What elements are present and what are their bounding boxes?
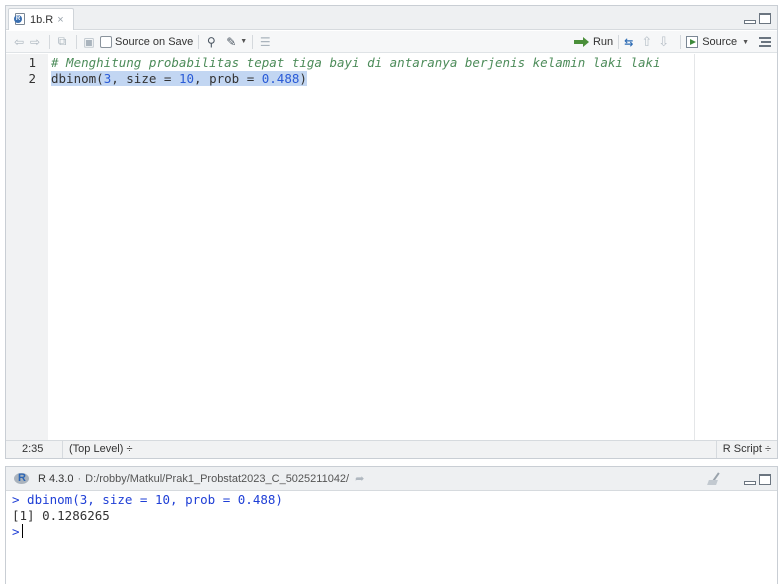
back-arrow-icon[interactable]: ⇦: [12, 35, 26, 49]
separator: ·: [77, 472, 82, 485]
toolbar-divider: [49, 34, 50, 49]
code-tools-wand-icon[interactable]: ✎: [224, 35, 238, 49]
console-output[interactable]: > dbinom(3, size = 10, prob = 0.488) [1]…: [12, 492, 777, 540]
clear-console-broom-icon[interactable]: [707, 472, 723, 486]
console-window-controls: [744, 474, 771, 485]
toolbar-divider: [680, 35, 682, 49]
go-up-icon[interactable]: ⇧: [641, 34, 652, 50]
code-editor[interactable]: 1 2 # Menghitung probabilitas tepat tiga…: [6, 54, 777, 442]
line-number: 1: [28, 55, 36, 70]
working-directory: D:/robby/Matkul/Prak1_Probstat2023_C_502…: [85, 472, 350, 485]
checkbox-box[interactable]: [100, 35, 112, 48]
document-outline-icon[interactable]: [759, 37, 771, 47]
maximize-icon[interactable]: [759, 474, 771, 485]
run-label: Run: [592, 36, 614, 48]
editor-window-controls: [744, 13, 771, 24]
code-number: 10: [178, 71, 195, 86]
source-on-save-checkbox[interactable]: Source on Save: [100, 35, 194, 48]
code-line-comment[interactable]: # Menghitung probabilitas tepat tiga bay…: [51, 55, 661, 71]
search-icon[interactable]: ⚲: [204, 35, 218, 49]
editor-statusbar: 2:35 (Top Level) ÷ R Script ÷: [6, 440, 777, 458]
toolbar-divider: [618, 35, 620, 49]
r-logo-icon: R: [14, 472, 30, 485]
source-button[interactable]: Source ▼: [686, 36, 749, 48]
source-label: Source: [702, 36, 738, 48]
toolbar-divider: [76, 34, 77, 49]
compile-report-icon[interactable]: ☰: [258, 35, 272, 49]
chevron-down-icon[interactable]: ▼: [742, 39, 749, 46]
console-pane: R R 4.3.0 · D:/robby/Matkul/Prak1_Probst…: [5, 466, 778, 584]
console-result-line: [1] 0.1286265: [12, 508, 110, 523]
minimize-icon[interactable]: [744, 20, 756, 24]
line-number: 2: [28, 71, 36, 86]
source-icon: [686, 36, 699, 48]
scope-selector[interactable]: (Top Level) ÷: [62, 441, 133, 458]
tab-close-icon[interactable]: ×: [57, 14, 63, 26]
console-prompt: >: [12, 524, 20, 539]
editor-toolbar: ⇦ ⇨ ⧉ ▣ Source on Save ⚲ ✎ ▼ ☰ Run ⇆ ⇧ ⇩: [6, 31, 777, 53]
code-arg: , prob =: [194, 71, 262, 86]
console-prompt-line[interactable]: >: [12, 524, 777, 540]
run-button[interactable]: Run: [573, 36, 614, 48]
code-arg: , size =: [111, 71, 179, 86]
forward-arrow-icon[interactable]: ⇨: [28, 35, 42, 49]
run-arrow-icon: [573, 37, 590, 47]
code-line-dbinom[interactable]: dbinom(3, size = 10, prob = 0.488): [51, 71, 307, 87]
source-on-save-label: Source on Save: [115, 35, 194, 48]
show-in-window-icon[interactable]: ⧉: [55, 34, 69, 49]
print-margin: [694, 54, 695, 442]
selected-text: dbinom(3, size = 10, prob = 0.488): [51, 71, 307, 86]
tab-1b-r[interactable]: R 1b.R ×: [8, 8, 74, 30]
r-file-icon: R: [14, 13, 26, 26]
rerun-icon[interactable]: ⇆: [624, 36, 633, 49]
save-icon[interactable]: ▣: [82, 35, 96, 49]
code-number: 0.488: [261, 71, 300, 86]
console-input-line: > dbinom(3, size = 10, prob = 0.488): [12, 492, 283, 507]
line-number-gutter: 1 2: [6, 54, 48, 442]
editor-tabbar: R 1b.R ×: [6, 6, 777, 30]
tab-label: 1b.R: [30, 13, 54, 26]
text-cursor: [21, 524, 23, 538]
toolbar-divider: [198, 34, 200, 49]
maximize-icon[interactable]: [759, 13, 771, 24]
chevron-down-icon[interactable]: ▼: [240, 38, 247, 45]
cursor-position: 2:35: [22, 443, 44, 455]
console-header: R R 4.3.0 · D:/robby/Matkul/Prak1_Probst…: [6, 467, 777, 491]
file-type-selector[interactable]: R Script ÷: [715, 441, 777, 458]
r-version: R 4.3.0: [38, 472, 74, 485]
code-fn: dbinom(: [51, 71, 104, 86]
code-paren: ): [299, 71, 307, 86]
editor-run-tools: Run ⇆ ⇧ ⇩ Source ▼: [573, 34, 771, 50]
minimize-icon[interactable]: [744, 481, 756, 485]
source-editor-pane: R 1b.R × ⇦ ⇨ ⧉ ▣ Source on Save ⚲ ✎ ▼ ☰ …: [5, 5, 778, 459]
go-to-directory-icon[interactable]: ➦: [355, 472, 364, 485]
go-down-icon[interactable]: ⇩: [658, 34, 669, 50]
toolbar-divider: [252, 34, 254, 49]
